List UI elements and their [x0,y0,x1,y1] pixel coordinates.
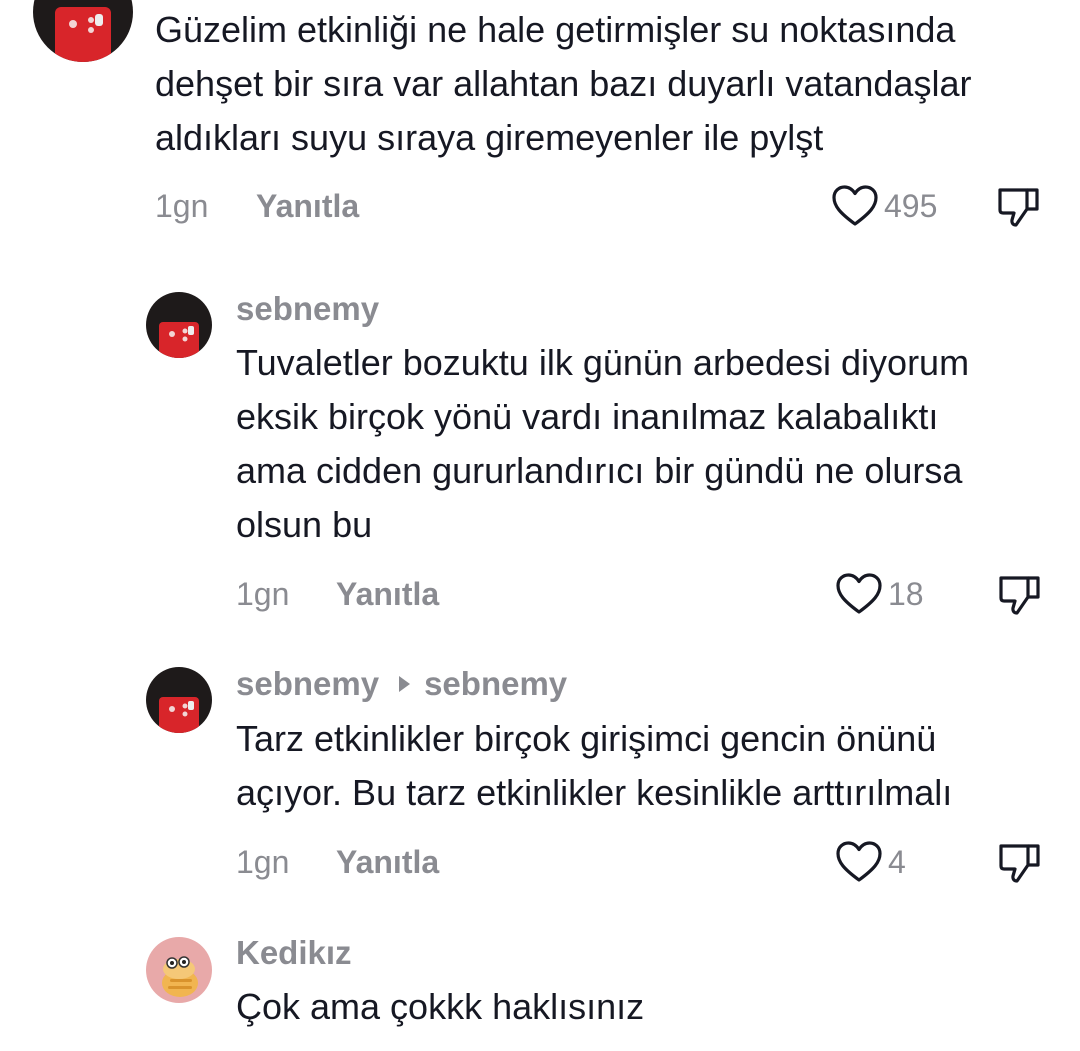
comment-text-line: Çok ama çokkk haklısınız [236,986,645,1027]
thumbs-down-icon [998,188,1039,227]
comment-reply-item: sebnemy sebnemy Tarz etkinlikler birçok g… [0,655,1080,905]
comment-reply-item: sebnemy Tuvaletler bozuktu ilk günün arb… [0,280,1080,640]
dislike-button[interactable] [998,842,1042,889]
comment-text-line: ama cidden gururlandırıcı bir gündü ne o… [236,450,963,491]
avatar[interactable] [146,667,212,733]
like-count: 4 [888,843,906,880]
like-count: 495 [884,187,938,224]
avatar[interactable] [146,937,212,1003]
comment-text: Güzelim etkinliği ne hale getirmişler su… [155,3,1055,165]
comment-text-line: Tarz etkinlikler birçok girişimci gencin… [236,718,937,759]
dislike-button[interactable] [998,574,1042,621]
heart-icon [832,185,878,226]
username-text[interactable]: sebnemy [236,665,379,702]
avatar[interactable] [33,0,133,62]
reply-to-username[interactable]: sebnemy [424,665,567,702]
comment-text-line: aldıkları suyu sıraya giremeyenler ile p… [155,117,824,158]
avatar-image [146,292,212,358]
comment-username[interactable]: sebnemy [236,289,379,329]
reply-button[interactable]: Yanıtla [256,186,359,226]
comment-text-line: eksik birçok yönü vardı inanılmaz kalaba… [236,396,939,437]
comment-text-line: açıyor. Bu tarz etkinlikler kesinlikle a… [236,772,953,813]
username-text[interactable]: Kedikız [236,934,352,971]
avatar[interactable] [146,292,212,358]
reply-button[interactable]: Yanıtla [336,842,439,882]
dislike-button[interactable] [997,186,1041,233]
like-button[interactable]: 4 [836,838,906,886]
thumbs-down-icon [999,576,1040,615]
comment-text-line: Güzelim etkinliği ne hale getirmişler su… [155,9,956,50]
comment-timestamp: 1gn [236,844,290,880]
comment-text: Çok ama çokkk haklısınız [236,980,1056,1034]
reply-button[interactable]: Yanıtla [336,574,439,614]
reply-arrow-icon [399,676,411,692]
comment-text: Tarz etkinlikler birçok girişimci gencin… [236,712,1056,820]
heart-icon [836,573,882,614]
like-button[interactable]: 18 [836,570,924,618]
thumbs-down-icon [999,844,1040,883]
avatar-image [146,667,212,733]
comment-text-line: dehşet bir sıra var allahtan bazı duyarl… [155,63,972,104]
comment-text-line: olsun bu [236,504,373,545]
username-text[interactable]: sebnemy [236,290,379,327]
comment-text: Tuvaletler bozuktu ilk günün arbedesi di… [236,336,1056,552]
comment-item: Güzelim etkinliği ne hale getirmişler su… [0,0,1080,260]
like-button[interactable]: 495 [832,182,937,230]
like-count: 18 [888,575,924,612]
avatar-image [33,0,133,62]
comment-username: sebnemy sebnemy [236,664,567,704]
comment-timestamp: 1gn [155,188,209,224]
comment-text-line: Tuvaletler bozuktu ilk günün arbedesi di… [236,342,970,383]
avatar-image [146,937,212,1003]
comment-reply-item: Kedikız Çok ama çokkk haklısınız [0,925,1080,1051]
comment-timestamp: 1gn [236,576,290,612]
comment-username: Kedikız [236,933,352,973]
heart-icon [836,841,882,882]
